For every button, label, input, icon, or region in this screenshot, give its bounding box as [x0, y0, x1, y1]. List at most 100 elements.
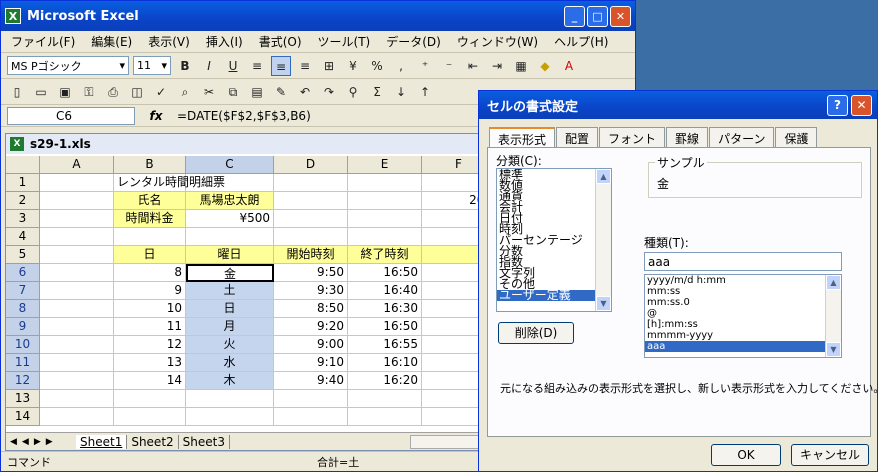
font-name-combo[interactable]: MS Pゴシック ▾	[7, 56, 129, 75]
cell[interactable]	[274, 408, 348, 426]
cell[interactable]	[40, 408, 114, 426]
format-painter-icon[interactable]: ✎	[271, 82, 291, 102]
cell[interactable]	[274, 228, 348, 246]
cell[interactable]	[40, 264, 114, 282]
cell[interactable]	[274, 192, 348, 210]
type-item[interactable]: mm:ss	[645, 286, 841, 297]
sheet-title-cell[interactable]: レンタル時間明細票	[114, 174, 225, 192]
row-header-3[interactable]: 3	[6, 210, 40, 228]
type-item[interactable]: [h]:mm:ss	[645, 319, 841, 330]
day-cell[interactable]: 13	[114, 354, 186, 372]
align-left-icon[interactable]: ≡	[247, 56, 267, 76]
weekday-cell[interactable]: 水	[186, 354, 274, 372]
cell[interactable]	[40, 336, 114, 354]
name-value-cell[interactable]: 馬場忠太朗	[186, 192, 274, 210]
start-time-cell[interactable]: 8:50	[274, 300, 348, 318]
day-cell[interactable]: 12	[114, 336, 186, 354]
hyperlink-icon[interactable]: ⚲	[343, 82, 363, 102]
row-header-12[interactable]: 12	[6, 372, 40, 390]
start-time-cell[interactable]: 9:40	[274, 372, 348, 390]
cell[interactable]	[40, 174, 114, 192]
column-header-d[interactable]: D	[274, 156, 348, 174]
rate-value-cell[interactable]: ¥500	[186, 210, 274, 228]
start-time-cell[interactable]: 9:50	[274, 264, 348, 282]
end-time-cell[interactable]: 16:50	[348, 318, 422, 336]
ok-button[interactable]: OK	[711, 444, 781, 466]
row-header-5[interactable]: 5	[6, 246, 40, 264]
cell[interactable]	[348, 210, 422, 228]
cell[interactable]	[40, 300, 114, 318]
dialog-close-button[interactable]: ✕	[851, 94, 872, 116]
column-header-a[interactable]: A	[40, 156, 114, 174]
cell[interactable]	[186, 390, 274, 408]
header-end-cell[interactable]: 終了時刻	[348, 246, 422, 264]
cell[interactable]	[114, 390, 186, 408]
end-time-cell[interactable]: 16:40	[348, 282, 422, 300]
bold-icon[interactable]: B	[175, 56, 195, 76]
end-time-cell[interactable]: 16:55	[348, 336, 422, 354]
outdent-icon[interactable]: ⇥	[487, 56, 507, 76]
type-item[interactable]: mmmm-yyyy	[645, 330, 841, 341]
row-header-11[interactable]: 11	[6, 354, 40, 372]
type-item[interactable]: aaa	[645, 341, 841, 352]
cell[interactable]	[186, 228, 274, 246]
row-header-6[interactable]: 6	[6, 264, 40, 282]
cell[interactable]	[274, 390, 348, 408]
menu-insert[interactable]: 挿入(I)	[206, 33, 243, 50]
cell[interactable]	[40, 246, 114, 264]
sheet-tab-1[interactable]: Sheet1	[76, 434, 128, 449]
new-file-icon[interactable]: ▯	[7, 82, 27, 102]
header-start-cell[interactable]: 開始時刻	[274, 246, 348, 264]
font-color-icon[interactable]: A	[559, 56, 579, 76]
cell[interactable]	[40, 372, 114, 390]
redo-icon[interactable]: ↷	[319, 82, 339, 102]
undo-icon[interactable]: ↶	[295, 82, 315, 102]
menu-view[interactable]: 表示(V)	[148, 33, 190, 50]
end-time-cell[interactable]: 16:20	[348, 372, 422, 390]
print-preview-icon[interactable]: ◫	[127, 82, 147, 102]
day-cell[interactable]: 9	[114, 282, 186, 300]
day-cell[interactable]: 8	[114, 264, 186, 282]
type-item[interactable]: @	[645, 308, 841, 319]
column-header-c[interactable]: C	[186, 156, 274, 174]
fill-color-icon[interactable]: ◆	[535, 56, 555, 76]
row-header-14[interactable]: 14	[6, 408, 40, 426]
align-right-icon[interactable]: ≡	[295, 56, 315, 76]
print-icon[interactable]: ⎙	[103, 82, 123, 102]
cell[interactable]	[40, 354, 114, 372]
column-header-e[interactable]: E	[348, 156, 422, 174]
sheet-nav-arrows-icon[interactable]: ◀◀▶▶	[6, 437, 76, 447]
type-input[interactable]: aaa	[644, 252, 842, 271]
cell[interactable]	[114, 228, 186, 246]
end-time-cell[interactable]: 16:50	[348, 264, 422, 282]
menu-file[interactable]: ファイル(F)	[11, 33, 75, 50]
help-button[interactable]: ?	[827, 94, 848, 116]
weekday-cell[interactable]: 金	[186, 264, 274, 282]
start-time-cell[interactable]: 9:20	[274, 318, 348, 336]
row-header-4[interactable]: 4	[6, 228, 40, 246]
menu-window[interactable]: ウィンドウ(W)	[457, 33, 538, 50]
type-item[interactable]: yyyy/m/d h:mm	[645, 275, 841, 286]
weekday-cell[interactable]: 土	[186, 282, 274, 300]
select-all-corner[interactable]	[6, 156, 40, 174]
font-size-combo[interactable]: 11 ▾	[133, 56, 171, 75]
delete-button[interactable]: 削除(D)	[498, 322, 574, 344]
cell[interactable]	[186, 408, 274, 426]
end-time-cell[interactable]: 16:30	[348, 300, 422, 318]
column-header-b[interactable]: B	[114, 156, 186, 174]
borders-icon[interactable]: ▦	[511, 56, 531, 76]
autosum-icon[interactable]: Σ	[367, 82, 387, 102]
cell[interactable]	[348, 192, 422, 210]
menu-data[interactable]: データ(D)	[386, 33, 441, 50]
save-icon[interactable]: ▣	[55, 82, 75, 102]
cell[interactable]	[40, 210, 114, 228]
menu-tools[interactable]: ツール(T)	[318, 33, 371, 50]
cell[interactable]	[40, 318, 114, 336]
cancel-button[interactable]: キャンセル	[791, 444, 869, 466]
scroll-up-icon[interactable]: ▲	[826, 275, 841, 290]
merge-center-icon[interactable]: ⊞	[319, 56, 339, 76]
research-icon[interactable]: ⌕	[175, 82, 195, 102]
category-scrollbar[interactable]: ▲ ▼	[595, 169, 611, 311]
weekday-cell[interactable]: 火	[186, 336, 274, 354]
scroll-up-icon[interactable]: ▲	[596, 169, 611, 184]
